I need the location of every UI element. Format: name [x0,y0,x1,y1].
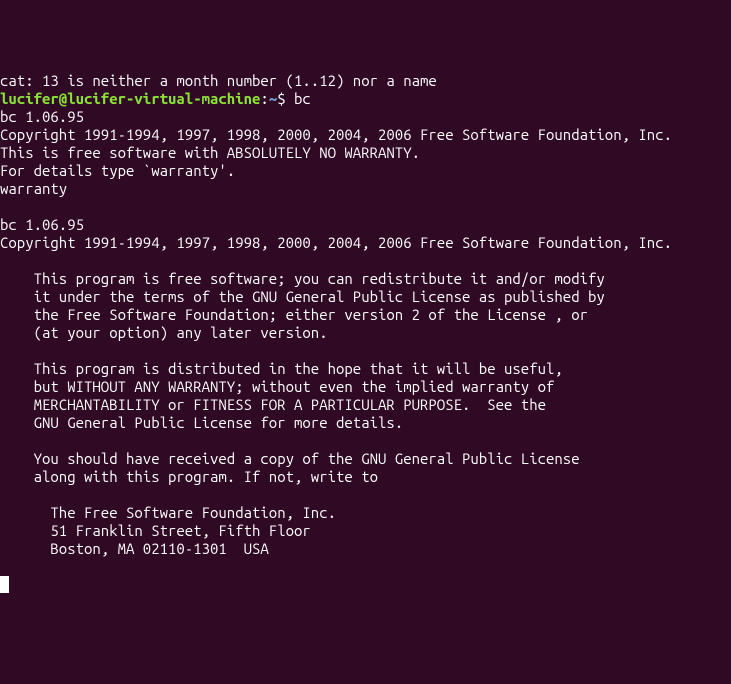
output-line [0,198,731,216]
output-line: The Free Software Foundation, Inc. [0,504,731,522]
output-line [0,558,731,576]
output-line: the Free Software Foundation; either ver… [0,306,731,324]
output-line: Copyright 1991-1994, 1997, 1998, 2000, 2… [0,234,731,252]
output-line: Copyright 1991-1994, 1997, 1998, 2000, 2… [0,126,731,144]
output-line: cat: 13 is neither a month number (1..12… [0,72,731,90]
output-line: (at your option) any later version. [0,324,731,342]
output-line [0,432,731,450]
output-line: You should have received a copy of the G… [0,450,731,468]
prompt-path: ~ [269,90,277,107]
output-line: This program is distributed in the hope … [0,360,731,378]
command-text: bc [294,90,311,107]
prompt-dollar: $ [277,90,294,107]
terminal-output[interactable]: cat: 13 is neither a month number (1..12… [0,72,731,594]
prompt-colon: : [260,90,268,107]
output-line [0,486,731,504]
output-line: 51 Franklin Street, Fifth Floor [0,522,731,540]
output-line: along with this program. If not, write t… [0,468,731,486]
output-line: MERCHANTABILITY or FITNESS FOR A PARTICU… [0,396,731,414]
output-line: bc 1.06.95 [0,108,731,126]
output-line: Boston, MA 02110-1301 USA [0,540,731,558]
cursor [0,576,9,593]
prompt-user-host: lucifer@lucifer-virtual-machine [0,90,260,107]
output-line: GNU General Public License for more deta… [0,414,731,432]
cursor-line[interactable] [0,576,731,594]
output-line [0,342,731,360]
output-line: For details type `warranty'. [0,162,731,180]
input-line: warranty [0,180,731,198]
output-line: it under the terms of the GNU General Pu… [0,288,731,306]
output-line: bc 1.06.95 [0,216,731,234]
output-line: This program is free software; you can r… [0,270,731,288]
output-line: but WITHOUT ANY WARRANTY; without even t… [0,378,731,396]
prompt-line: lucifer@lucifer-virtual-machine:~$ bc [0,90,731,108]
output-line: This is free software with ABSOLUTELY NO… [0,144,731,162]
output-line [0,252,731,270]
